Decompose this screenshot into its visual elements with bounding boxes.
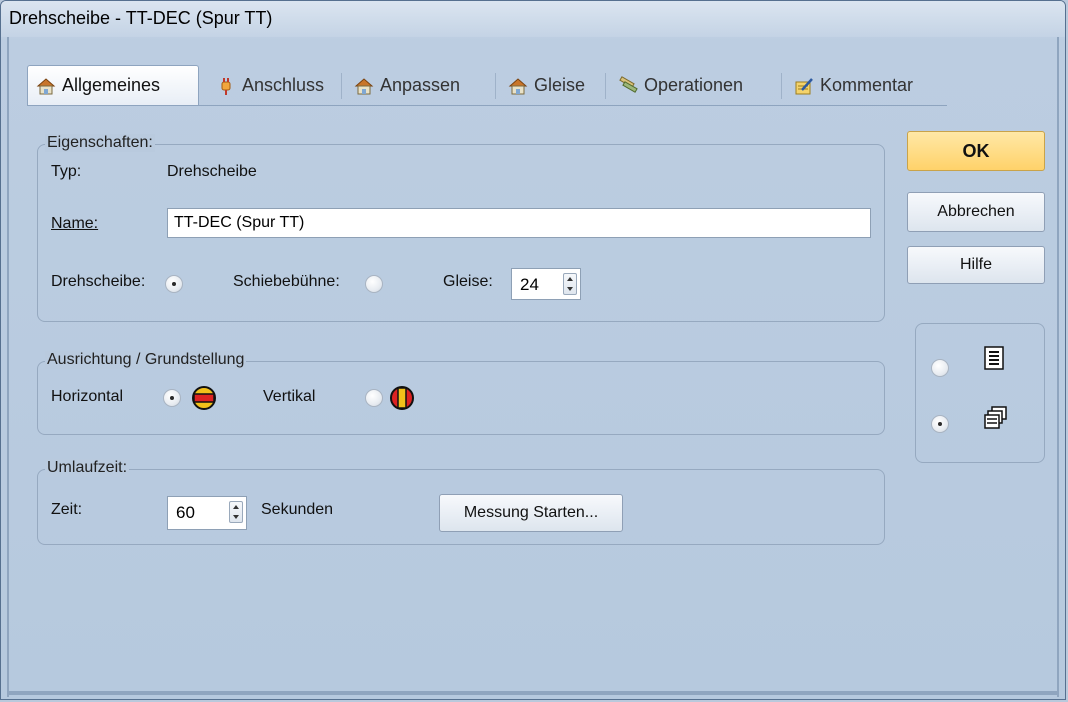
time-stepper[interactable]: 60: [167, 496, 247, 530]
tab-separator: [781, 73, 782, 99]
tab-separator: [605, 73, 606, 99]
vertical-orientation-icon: [389, 385, 415, 416]
house-icon: [36, 76, 56, 96]
window-frame-bottom: [7, 691, 1059, 695]
time-spin-button[interactable]: [229, 501, 243, 523]
tiles-view-radio[interactable]: [931, 415, 949, 433]
cancel-button[interactable]: Abbrechen: [907, 192, 1045, 232]
rotation-time-group-label: Umlaufzeit:: [45, 459, 130, 477]
start-measurement-button[interactable]: Messung Starten...: [439, 494, 623, 532]
name-label: Name:: [51, 215, 99, 232]
tab-label: Allgemeines: [62, 75, 161, 95]
turntable-label: Drehscheibe:: [51, 273, 146, 290]
tab-separator: [495, 73, 496, 99]
type-label: Typ:: [51, 163, 82, 180]
list-view-icon[interactable]: [983, 345, 1005, 376]
tab-strip-border: [27, 105, 947, 106]
traverser-label: Schiebebühne:: [233, 273, 340, 290]
tracks-stepper[interactable]: 24: [511, 268, 581, 300]
view-options-group: [915, 323, 1045, 463]
tab-anschluss[interactable]: Anschluss: [207, 67, 335, 103]
vertical-radio[interactable]: [365, 389, 383, 407]
tab-kommentar[interactable]: Kommentar: [785, 67, 924, 103]
stacked-windows-icon[interactable]: [983, 405, 1009, 436]
house-icon: [354, 76, 374, 96]
dialog-window: Drehscheibe - TT-DEC (Spur TT) Allgemein…: [0, 0, 1066, 700]
house-icon: [508, 76, 528, 96]
horizontal-radio[interactable]: [163, 389, 181, 407]
time-value: 60: [176, 503, 195, 522]
traverser-radio[interactable]: [365, 275, 383, 293]
name-input[interactable]: TT-DEC (Spur TT): [167, 208, 871, 238]
tab-gleise[interactable]: Gleise: [499, 67, 596, 103]
window-title: Drehscheibe - TT-DEC (Spur TT): [9, 8, 273, 28]
tab-separator: [341, 73, 342, 99]
time-unit: Sekunden: [261, 501, 334, 518]
tab-label: Anpassen: [380, 75, 461, 95]
tools-icon: [618, 75, 638, 96]
tracks-value: 24: [520, 275, 539, 294]
ok-button[interactable]: OK: [907, 131, 1045, 171]
tab-label: Anschluss: [242, 75, 325, 95]
tab-label: Operationen: [644, 75, 744, 95]
title-bar[interactable]: Drehscheibe - TT-DEC (Spur TT): [1, 1, 1065, 37]
vertical-label: Vertikal: [263, 388, 316, 405]
help-button[interactable]: Hilfe: [907, 246, 1045, 284]
notepad-pen-icon: [794, 76, 814, 96]
orientation-group-label: Ausrichtung / Grundstellung: [45, 351, 247, 369]
plug-icon: [216, 76, 236, 96]
window-frame-right: [1057, 37, 1059, 697]
time-label: Zeit:: [51, 501, 83, 518]
tab-anpassen[interactable]: Anpassen: [345, 67, 471, 103]
type-value: Drehscheibe: [167, 163, 257, 180]
properties-group-label: Eigenschaften:: [45, 134, 155, 152]
tab-label: Kommentar: [820, 75, 914, 95]
horizontal-orientation-icon: [191, 385, 217, 416]
tab-operationen[interactable]: Operationen: [609, 67, 754, 103]
window-frame-left: [7, 37, 9, 697]
list-view-radio[interactable]: [931, 359, 949, 377]
tracks-label: Gleise:: [443, 273, 493, 290]
tracks-spin-button[interactable]: [563, 273, 577, 295]
turntable-radio[interactable]: [165, 275, 183, 293]
tab-label: Gleise: [534, 75, 586, 95]
tab-allgemeines[interactable]: Allgemeines: [27, 65, 199, 105]
horizontal-label: Horizontal: [51, 388, 124, 405]
